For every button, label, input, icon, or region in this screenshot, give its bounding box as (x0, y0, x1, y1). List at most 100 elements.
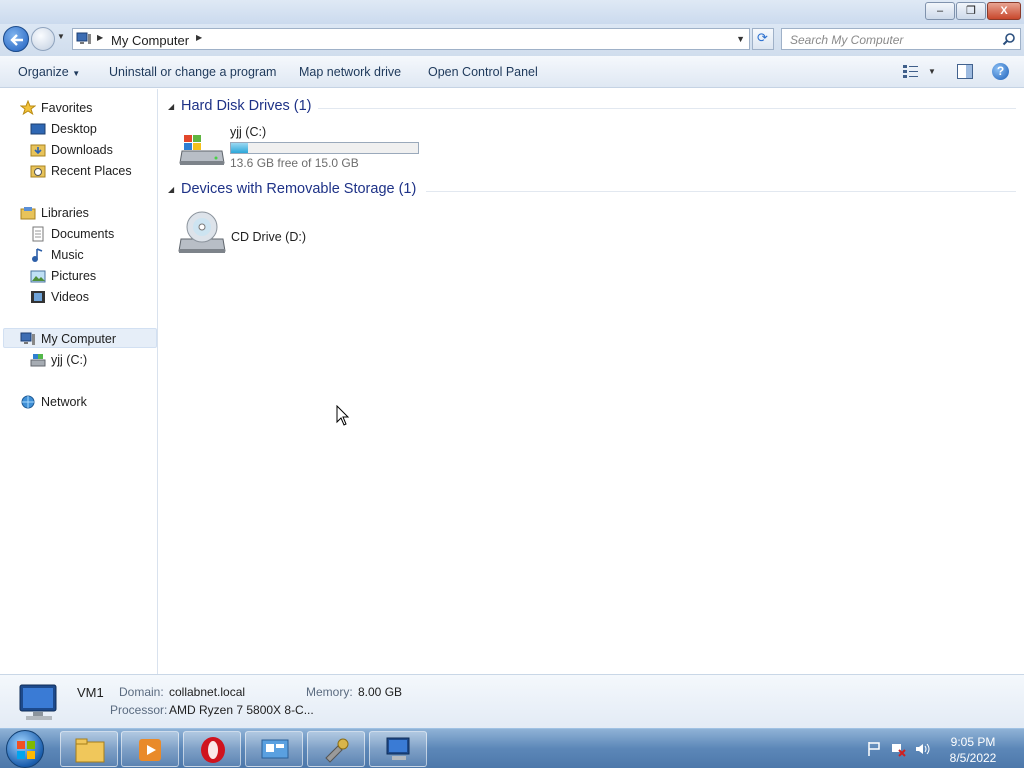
group-title: Devices with Removable Storage (1) (181, 181, 417, 197)
computer-icon (386, 737, 410, 760)
minimize-button[interactable]: – (925, 2, 955, 20)
downloads-folder-icon (30, 144, 46, 157)
opera-icon (201, 737, 225, 763)
maximize-icon: ❐ (966, 5, 976, 17)
music-icon (32, 248, 43, 262)
map-network-drive-button[interactable]: Map network drive (299, 65, 401, 79)
action-center-flag-icon[interactable] (866, 741, 882, 757)
refresh-button[interactable]: ⟳ (752, 28, 774, 50)
network-status-icon[interactable] (890, 741, 906, 757)
taskbar-opera-button[interactable] (183, 731, 241, 767)
refresh-icon: ⟳ (757, 30, 768, 45)
desktop-icon (30, 123, 46, 135)
hard-drive-icon (179, 135, 225, 165)
title-bar: – ❐ X (0, 0, 1024, 24)
videos-icon (31, 291, 45, 303)
domain-label: Domain: (119, 685, 164, 699)
taskbar-explorer-button[interactable] (60, 731, 118, 767)
nav-label: Network (41, 395, 87, 409)
star-icon (20, 100, 36, 116)
network-icon (21, 395, 35, 409)
content-area: ◢ Hard Disk Drives (1) yjj (C:) 13.6 GB … (159, 89, 1024, 674)
forward-button[interactable] (31, 27, 55, 51)
nav-label: Pictures (51, 269, 97, 283)
computer-name: VM1 (77, 685, 104, 700)
collapse-arrow-icon[interactable]: ◢ (168, 102, 174, 111)
nav-label: Documents (51, 227, 115, 241)
group-header-removable-storage[interactable]: ◢ Devices with Removable Storage (1) (168, 181, 1016, 201)
nav-my-computer[interactable]: My Computer (3, 328, 157, 348)
memory-value: 8.00 GB (358, 685, 403, 699)
group-divider (318, 108, 1016, 109)
uninstall-program-button[interactable]: Uninstall or change a program (109, 65, 276, 79)
drive-d-item[interactable]: CD Drive (D:) (175, 207, 325, 255)
computer-icon (19, 684, 57, 720)
taskbar-media-player-button[interactable] (121, 731, 179, 767)
drive-c-usage-fill (231, 143, 249, 153)
search-icon[interactable] (1002, 32, 1016, 46)
nav-label: Favorites (41, 101, 93, 115)
clock-date[interactable]: 8/5/2022 (940, 751, 1006, 765)
back-button[interactable] (3, 26, 29, 52)
organize-label: Organize (18, 65, 69, 79)
taskbar: 9:05 PM 8/5/2022 (0, 728, 1024, 768)
drive-c-name: yjj (C:) (230, 125, 267, 139)
computer-icon (20, 332, 35, 345)
nav-label: Music (51, 248, 84, 262)
folder-icon (75, 738, 105, 763)
computer-icon (76, 32, 91, 44)
domain-value: collabnet.local (169, 685, 246, 699)
clock-time[interactable]: 9:05 PM (940, 735, 1006, 749)
volume-icon[interactable] (914, 741, 930, 757)
hard-drive-icon (30, 354, 46, 367)
drive-c-usage-bar (230, 142, 419, 154)
drive-c-free-space: 13.6 GB free of 15.0 GB (230, 156, 359, 170)
group-divider (426, 191, 1016, 192)
taskbar-computer-button[interactable] (369, 731, 427, 767)
cd-drive-icon (178, 211, 226, 253)
memory-label: Memory: (306, 685, 353, 699)
back-arrow-icon (10, 34, 23, 46)
organize-button[interactable]: Organize ▼ (18, 65, 80, 79)
address-row: ▼ ▶ My Computer ▶ ▼ ⟳ Search My Computer (0, 24, 1024, 56)
details-pane: VM1 Domain: collabnet.local Memory: 8.00… (0, 674, 1024, 728)
nav-label: Desktop (51, 122, 97, 136)
close-icon: X (1000, 5, 1008, 17)
chevron-down-icon: ▼ (72, 69, 81, 78)
recent-places-icon (30, 165, 46, 178)
address-bar[interactable]: ▶ My Computer ▶ ▼ (72, 28, 750, 50)
nav-label: Downloads (51, 143, 113, 157)
change-view-icon[interactable] (902, 64, 920, 79)
mouse-cursor-icon (336, 405, 350, 426)
preview-pane-button[interactable] (957, 64, 973, 79)
search-input[interactable]: Search My Computer (781, 28, 1021, 50)
search-placeholder: Search My Computer (790, 33, 904, 47)
nav-label: yjj (C:) (51, 353, 88, 367)
documents-icon (32, 226, 44, 242)
open-control-panel-button[interactable]: Open Control Panel (428, 65, 538, 79)
taskbar-tools-button[interactable] (307, 731, 365, 767)
navigation-pane: Favorites Desktop Downloads Recent Place… (0, 89, 158, 674)
breadcrumb-chevron-icon[interactable]: ▶ (196, 33, 202, 42)
group-header-hard-disk-drives[interactable]: ◢ Hard Disk Drives (1) (168, 98, 1016, 118)
view-options-dropdown-icon[interactable]: ▼ (928, 67, 936, 76)
nav-label: Videos (51, 290, 89, 304)
address-history-dropdown-icon[interactable]: ▼ (736, 34, 745, 44)
pictures-icon (30, 270, 46, 283)
nav-label: Libraries (41, 206, 89, 220)
taskbar-server-manager-button[interactable] (245, 731, 303, 767)
libraries-icon (20, 207, 36, 220)
nav-label: Recent Places (51, 164, 132, 178)
breadcrumb-chevron-icon[interactable]: ▶ (97, 33, 103, 42)
breadcrumb-my-computer[interactable]: My Computer (111, 33, 189, 48)
group-title: Hard Disk Drives (1) (181, 98, 312, 114)
minimize-icon: – (936, 5, 944, 17)
collapse-arrow-icon[interactable]: ◢ (168, 185, 174, 194)
server-manager-icon (261, 739, 289, 759)
windows-logo-icon (17, 741, 35, 759)
maximize-button[interactable]: ❐ (956, 2, 986, 20)
close-button[interactable]: X (987, 2, 1021, 20)
recent-pages-dropdown[interactable]: ▼ (57, 32, 67, 44)
help-button[interactable]: ? (992, 63, 1009, 80)
start-button[interactable] (6, 730, 44, 768)
